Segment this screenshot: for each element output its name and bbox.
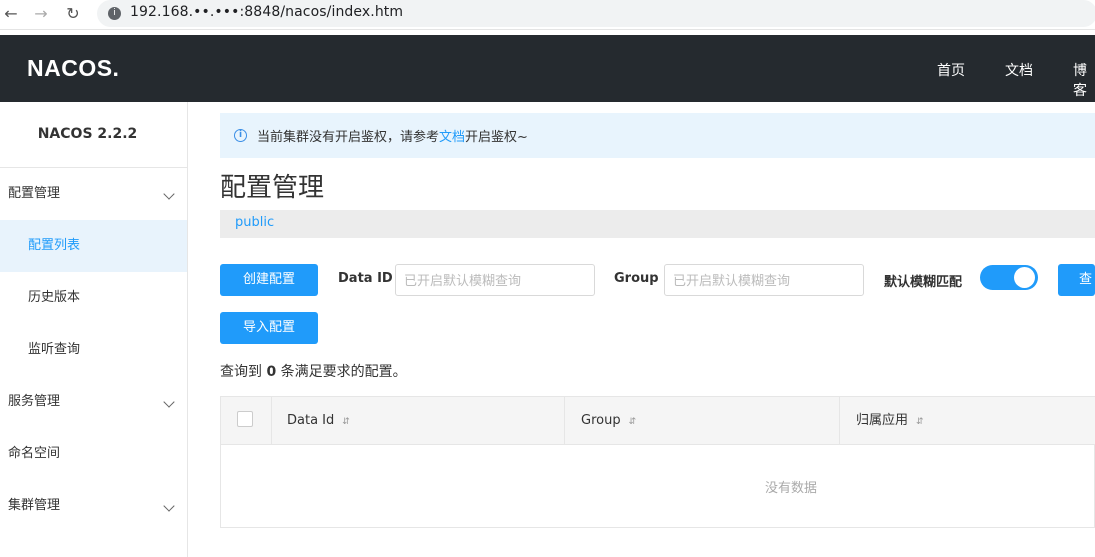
forward-arrow-icon[interactable]: →	[30, 3, 52, 25]
info-icon: i	[234, 129, 247, 142]
back-arrow-icon[interactable]: ←	[0, 3, 22, 25]
sidebar-item-config-list[interactable]: 配置列表	[0, 220, 187, 272]
sort-icon[interactable]: ⇵	[342, 417, 350, 427]
config-table: Data Id ⇵ Group ⇵ 归属应用 ⇵ 没有数据	[220, 396, 1095, 528]
sidebar-item-config-management[interactable]: 配置管理	[0, 168, 187, 220]
sidebar-item-label: 监听查询	[28, 342, 81, 357]
toggle-knob	[1014, 267, 1035, 288]
namespace-public[interactable]: public	[235, 215, 274, 230]
sidebar: NACOS 2.2.2 配置管理 配置列表 历史版本 监听查询 服务管理 命名空…	[0, 102, 188, 557]
chevron-down-icon	[163, 396, 175, 408]
nacos-logo[interactable]: NACOS.	[27, 55, 119, 82]
site-info-icon[interactable]: i	[108, 7, 121, 20]
table-header: Data Id ⇵ Group ⇵ 归属应用 ⇵	[221, 397, 1095, 445]
column-header-data-id[interactable]: Data Id ⇵	[287, 397, 350, 445]
sidebar-item-label: 历史版本	[28, 290, 81, 305]
sidebar-item-cluster-management[interactable]: 集群管理	[0, 480, 187, 532]
nav-home[interactable]: 首页	[937, 60, 965, 80]
result-summary: 查询到 0 条满足要求的配置。	[220, 364, 407, 380]
empty-state: 没有数据	[764, 481, 817, 496]
chevron-down-icon	[163, 500, 175, 512]
column-divider	[839, 397, 840, 445]
reload-icon[interactable]: ↻	[62, 3, 84, 25]
column-divider	[271, 397, 272, 445]
page-title: 配置管理	[220, 173, 325, 203]
sidebar-item-listener-query[interactable]: 监听查询	[0, 324, 187, 376]
url-text[interactable]: 192.168.••.•••:8848/nacos/index.htm	[130, 4, 403, 20]
docs-link[interactable]: 文档	[439, 130, 465, 145]
app-header: NACOS. 首页 文档 博客	[0, 35, 1095, 102]
namespace-bar: public	[220, 210, 1095, 238]
sort-icon[interactable]: ⇵	[916, 417, 924, 427]
sidebar-item-label: 服务管理	[8, 394, 61, 409]
import-config-button[interactable]: 导入配置	[220, 312, 318, 344]
group-label: Group	[614, 271, 659, 286]
query-button[interactable]: 查询	[1058, 264, 1095, 296]
sidebar-item-label: 配置列表	[28, 238, 81, 253]
sidebar-item-history[interactable]: 历史版本	[0, 272, 187, 324]
nav-blog[interactable]: 博客	[1073, 60, 1095, 100]
create-config-button[interactable]: 创建配置	[220, 264, 318, 296]
fuzzy-match-toggle[interactable]	[980, 265, 1038, 290]
data-id-input[interactable]	[395, 264, 595, 296]
sidebar-item-label: 命名空间	[8, 446, 61, 461]
sidebar-item-label: 配置管理	[8, 186, 61, 201]
sort-icon[interactable]: ⇵	[629, 417, 637, 427]
sidebar-item-namespace[interactable]: 命名空间	[0, 428, 187, 480]
column-header-group[interactable]: Group ⇵	[581, 397, 636, 445]
browser-toolbar: ← → ↻ i 192.168.••.•••:8848/nacos/index.…	[0, 0, 1095, 30]
select-all-checkbox[interactable]	[237, 411, 253, 427]
data-id-label: Data ID	[338, 271, 393, 286]
auth-notice: i 当前集群没有开启鉴权，请参考文档开启鉴权~	[220, 113, 1095, 158]
sidebar-item-service-management[interactable]: 服务管理	[0, 376, 187, 428]
group-input[interactable]	[664, 264, 864, 296]
sidebar-item-label: 集群管理	[8, 498, 61, 513]
fuzzy-match-label: 默认模糊匹配	[884, 275, 963, 290]
nav-docs[interactable]: 文档	[1005, 60, 1033, 80]
column-header-app[interactable]: 归属应用 ⇵	[856, 397, 924, 445]
column-divider	[564, 397, 565, 445]
notice-text: 当前集群没有开启鉴权，请参考文档开启鉴权~	[257, 130, 528, 145]
chevron-down-icon	[163, 188, 175, 200]
version-label: NACOS 2.2.2	[37, 126, 138, 142]
